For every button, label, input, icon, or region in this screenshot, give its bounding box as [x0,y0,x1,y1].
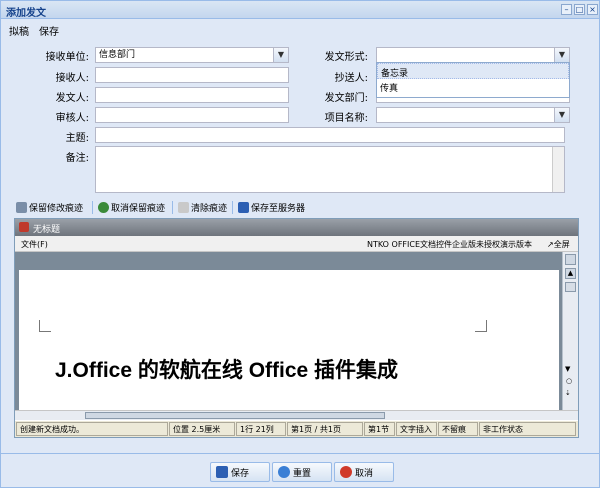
document-icon [16,202,27,213]
horizontal-scroll-thumb[interactable] [85,412,385,419]
dropdown-option-fax[interactable]: 传真 [377,79,569,95]
project-label: 项目名称: [324,113,368,124]
clear-marks-button[interactable]: 清除痕迹 [178,201,227,214]
chevron-down-icon[interactable]: ▼ [554,108,569,122]
office-license-text: NTKO OFFICE文档控件企业版未授权演示版本 [367,240,533,249]
status-track: 不留痕 [438,422,478,436]
cancel-keep-button[interactable]: 取消保留痕迹 [98,201,165,214]
office-file-menu[interactable]: 文件(F) [21,239,48,250]
status-line: 1行 21列 [236,422,286,436]
office-statusbar: 创建新文档成功。 位置 2.5厘米 1行 21列 第1页 / 共1页 第1节 文… [15,421,578,437]
reviewer-label: 审核人: [55,113,89,124]
status-position: 位置 2.5厘米 [169,422,235,436]
reset-button-label: 重置 [293,468,312,479]
menu-save[interactable]: 保存 [39,23,59,38]
reset-button[interactable]: 重置 [272,462,332,482]
status-insert: 文字插入 [396,422,437,436]
scroll-up-icon[interactable]: ▲ [565,268,576,279]
toolbar-divider [92,201,93,214]
window-title: 添加发文 [6,8,46,19]
ruler-toggle-icon[interactable] [565,254,576,265]
doc-form-dropdown: 备忘录 传真 [376,62,570,98]
subject-label: 主题: [65,133,89,144]
remark-scrollbar[interactable] [552,147,564,192]
keep-marks-button[interactable]: 保留修改痕迹 [16,201,83,214]
window-titlebar: 添加发文 – □ × [1,1,599,19]
sender-input[interactable] [95,87,289,103]
browse-object-icon[interactable]: ○ [566,377,572,385]
dropdown-option-memo[interactable]: 备忘录 [377,63,569,79]
save-server-button[interactable]: 保存至服务器 [238,201,305,214]
doc-form-select[interactable]: ▼ [376,47,570,63]
status-page: 第1页 / 共1页 [287,422,363,436]
office-titlebar: 无标题 [15,219,578,236]
toolbar-divider [172,201,173,214]
edit-toolbar: 保留修改痕迹 取消保留痕迹 清除痕迹 保存至服务器 [14,198,579,218]
menubar: 拟稿 保存 [1,20,599,38]
document-text[interactable]: J.Office 的软航在线 Office 插件集成 [55,354,398,384]
reviewer-input[interactable] [95,107,289,123]
office-doc-name: 无标题 [33,225,61,235]
cancel-keep-label: 取消保留痕迹 [111,204,166,214]
cancel-button-label: 取消 [355,468,374,479]
document-page[interactable]: J.Office 的软航在线 Office 插件集成 [19,270,559,410]
add-document-window: 添加发文 – □ × 拟稿 保存 接收单位: 信息部门 ▼ 接收人: 发文人: … [0,0,600,488]
sender-label: 发文人: [55,93,89,104]
margin-corner-left [39,320,51,332]
office-control: 无标题 文件(F) NTKO OFFICE文档控件企业版未授权演示版本 ↗全屏 … [14,218,579,438]
project-select[interactable]: ▼ [376,107,570,123]
maximize-icon[interactable]: □ [574,4,585,15]
chevron-down-icon[interactable]: ▼ [554,48,569,62]
save-server-label: 保存至服务器 [251,204,306,214]
cancel-icon [340,466,352,478]
clear-marks-label: 清除痕迹 [191,204,228,214]
dept-label: 发文部门: [324,93,368,104]
save-button[interactable]: 保存 [210,462,270,482]
office-fullscreen-button[interactable]: ↗全屏 [547,239,570,250]
refresh-icon [98,202,109,213]
receiver-input[interactable] [95,67,289,83]
remark-label: 备注: [65,153,89,164]
next-page-icon[interactable]: ⇣ [565,389,571,397]
receive-unit-value: 信息部门 [99,50,136,60]
margin-corner-right [475,320,487,332]
cancel-button[interactable]: 取消 [334,462,394,482]
reset-icon [278,466,290,478]
office-horizontal-scrollbar[interactable] [15,410,578,420]
receive-unit-select[interactable]: 信息部门 ▼ [95,47,289,63]
office-vertical-scrollbar[interactable]: ▲ ▼ ○ ⇣ [562,252,578,410]
status-section: 第1节 [364,422,395,436]
keep-marks-label: 保留修改痕迹 [29,204,84,214]
office-doc-icon [19,222,29,232]
floppy-disk-icon [238,202,249,213]
chevron-down-icon[interactable]: ▼ [273,48,288,62]
doc-form-label: 发文形式: [324,52,368,63]
cc-label: 抄送人: [334,73,368,84]
scroll-down-icon[interactable]: ▼ [565,365,570,373]
floppy-disk-icon [216,466,228,478]
footer-bar: 保存 重置 取消 [1,453,599,487]
toolbar-divider [232,201,233,214]
receiver-label: 接收人: [55,73,89,84]
close-icon[interactable]: × [587,4,598,15]
office-menubar: 文件(F) NTKO OFFICE文档控件企业版未授权演示版本 ↗全屏 [15,236,578,252]
status-state: 非工作状态 [479,422,576,436]
eraser-icon [178,202,189,213]
save-button-label: 保存 [231,468,250,479]
remark-textarea[interactable] [95,146,565,193]
document-canvas: J.Office 的软航在线 Office 插件集成 ▲ ▼ ○ ⇣ [15,252,578,410]
receive-unit-label: 接收单位: [45,52,89,63]
status-message: 创建新文档成功。 [16,422,168,436]
subject-input[interactable] [95,127,565,143]
menu-draft[interactable]: 拟稿 [9,23,29,38]
minimize-icon[interactable]: – [561,4,572,15]
scroll-thumb[interactable] [565,282,576,292]
